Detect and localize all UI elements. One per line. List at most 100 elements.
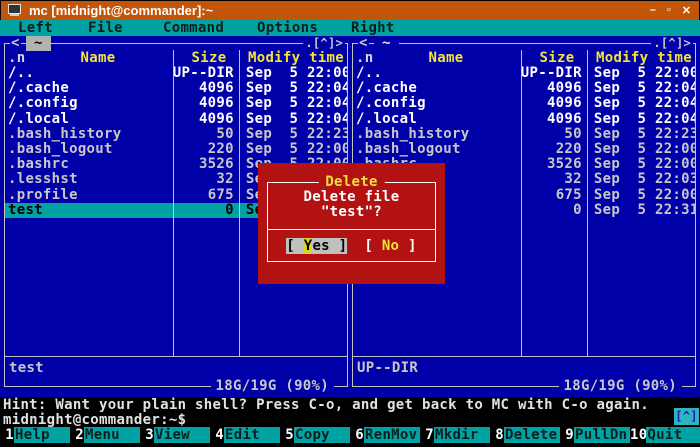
panel-history-icon[interactable]: .[^]> <box>303 36 345 51</box>
terminal-icon <box>8 4 23 18</box>
menu-item-file[interactable]: File <box>88 20 123 36</box>
file-row[interactable]: /.config4096Sep 5 22:04 <box>353 96 695 111</box>
fkey-number: 8 <box>490 427 504 443</box>
fkey-number: 9 <box>560 427 574 443</box>
fkey-label: Help <box>14 427 70 443</box>
mc-terminal-window: { "window": { "title": "mc [midnight@com… <box>0 0 700 447</box>
file-name: /.config <box>353 96 518 111</box>
minimize-button[interactable]: – <box>650 4 656 17</box>
fkey-label: View <box>154 427 210 443</box>
file-name: /.config <box>5 96 170 111</box>
fkey-number: 1 <box>0 427 14 443</box>
file-modify: Sep 5 22:04 <box>240 81 347 96</box>
sort-indicator: .n <box>5 51 52 66</box>
file-size: UP--DIR <box>518 66 588 81</box>
fkey-number: 4 <box>210 427 224 443</box>
file-size: 32 <box>518 172 588 187</box>
function-key-bar: 1Help2Menu3View4Edit5Copy6RenMov7Mkdir8D… <box>0 427 700 443</box>
file-modify: Sep 5 22:00 <box>588 142 695 157</box>
file-modify: Sep 5 22:04 <box>240 112 347 127</box>
fkey-pulldn[interactable]: 9PullDn <box>560 427 630 443</box>
file-size: 50 <box>170 127 240 142</box>
file-name: /.. <box>353 66 518 81</box>
column-header-modify[interactable]: Modify time <box>242 51 344 66</box>
left-panel-header: .n Name Size Modify time <box>5 51 347 66</box>
file-size: 220 <box>518 142 588 157</box>
fkey-label: Mkdir <box>434 427 490 443</box>
left-panel-path-tab[interactable]: ~ <box>26 36 51 51</box>
file-name: .bash_history <box>5 127 170 142</box>
fkey-quit[interactable]: 10Quit <box>630 427 700 443</box>
column-header-size[interactable]: Size <box>524 51 590 66</box>
file-row[interactable]: /.local4096Sep 5 22:04 <box>353 112 695 127</box>
column-header-modify[interactable]: Modify time <box>590 51 692 66</box>
fkey-renmov[interactable]: 6RenMov <box>350 427 420 443</box>
yes-button[interactable]: [ Yes ] <box>286 238 347 254</box>
file-row[interactable]: /.cache4096Sep 5 22:04 <box>5 81 347 96</box>
fkey-mkdir[interactable]: 7Mkdir <box>420 427 490 443</box>
file-modify: Sep 5 22:00 <box>240 66 347 81</box>
file-row[interactable]: .bash_logout220Sep 5 22:00 <box>5 142 347 157</box>
file-name: .profile <box>5 188 170 203</box>
dialog-frame: Delete Delete file "test"? [ Yes ] [ No … <box>267 182 436 262</box>
file-row[interactable]: /.config4096Sep 5 22:04 <box>5 96 347 111</box>
window-title: mc [midnight@commander]:~ <box>29 3 213 18</box>
close-button[interactable]: ✕ <box>682 4 691 17</box>
file-size: 220 <box>170 142 240 157</box>
file-row[interactable]: /..UP--DIRSep 5 22:00 <box>353 66 695 81</box>
file-size: 4096 <box>518 81 588 96</box>
fkey-number: 10 <box>630 427 646 443</box>
titlebar: mc [midnight@commander]:~ – ▫ ✕ <box>1 1 699 20</box>
fkey-label: PullDn <box>574 427 630 443</box>
file-modify: Sep 5 22:23 <box>588 127 695 142</box>
file-size: 675 <box>170 188 240 203</box>
file-name: /.cache <box>5 81 170 96</box>
file-size: 3526 <box>518 157 588 172</box>
file-row[interactable]: .bash_history50Sep 5 22:23 <box>353 127 695 142</box>
column-header-name[interactable]: Name <box>400 51 492 66</box>
fkey-number: 5 <box>280 427 294 443</box>
right-free-space: 18G/19G (90%) <box>559 379 682 394</box>
menu-item-right[interactable]: Right <box>351 20 395 36</box>
file-name: .bash_logout <box>5 142 170 157</box>
column-header-name[interactable]: Name <box>52 51 144 66</box>
file-size: 0 <box>518 203 588 218</box>
no-button[interactable]: [ No ] <box>364 238 416 254</box>
fkey-edit[interactable]: 4Edit <box>210 427 280 443</box>
dialog-message-line1: Delete file <box>268 190 435 205</box>
delete-dialog: Delete Delete file "test"? [ Yes ] [ No … <box>258 163 445 284</box>
fkey-number: 2 <box>70 427 84 443</box>
menu-item-left[interactable]: Left <box>18 20 53 36</box>
scroll-up-indicator[interactable]: [^] <box>674 408 699 425</box>
right-panel-header: .n Name Size Modify time <box>353 51 695 66</box>
file-name: test <box>5 203 170 218</box>
file-size: 3526 <box>170 157 240 172</box>
file-name: /.local <box>5 112 170 127</box>
file-name: /.local <box>353 112 518 127</box>
fkey-number: 6 <box>350 427 364 443</box>
right-panel-path-tab[interactable]: ~ <box>374 36 399 51</box>
file-row[interactable]: /..UP--DIRSep 5 22:00 <box>5 66 347 81</box>
file-modify: Sep 5 22:00 <box>240 142 347 157</box>
file-row[interactable]: /.cache4096Sep 5 22:04 <box>353 81 695 96</box>
left-ministatus: test <box>9 360 44 376</box>
file-name: /.. <box>5 66 170 81</box>
file-size: UP--DIR <box>170 66 240 81</box>
panel-scroll-left-icon[interactable]: < <box>358 36 369 51</box>
file-row[interactable]: .bash_history50Sep 5 22:23 <box>5 127 347 142</box>
panel-history-icon[interactable]: .[^]> <box>651 36 693 51</box>
file-row[interactable]: /.local4096Sep 5 22:04 <box>5 112 347 127</box>
fkey-delete[interactable]: 8Delete <box>490 427 560 443</box>
maximize-button[interactable]: ▫ <box>667 4 671 17</box>
menu-item-command[interactable]: Command <box>163 20 224 36</box>
file-size: 4096 <box>170 112 240 127</box>
column-header-size[interactable]: Size <box>176 51 242 66</box>
file-row[interactable]: .bash_logout220Sep 5 22:00 <box>353 142 695 157</box>
menu-item-options[interactable]: Options <box>257 20 318 36</box>
fkey-copy[interactable]: 5Copy <box>280 427 350 443</box>
fkey-menu[interactable]: 2Menu <box>70 427 140 443</box>
file-size: 4096 <box>170 96 240 111</box>
panel-scroll-left-icon[interactable]: < <box>10 36 21 51</box>
fkey-help[interactable]: 1Help <box>0 427 70 443</box>
fkey-view[interactable]: 3View <box>140 427 210 443</box>
